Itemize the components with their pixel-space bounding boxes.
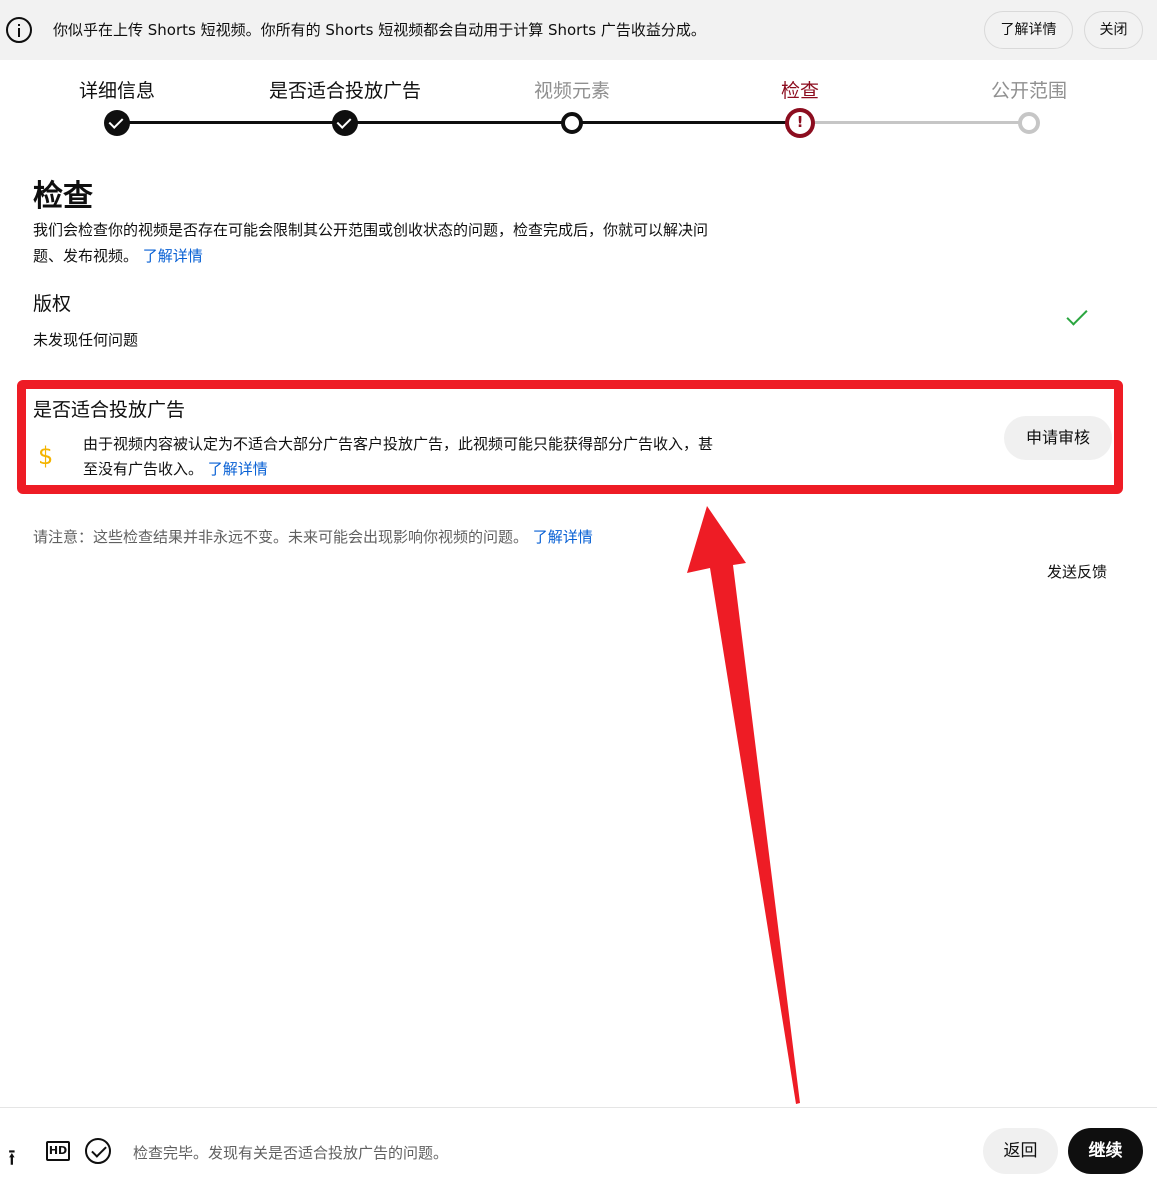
footer-status: 检查完毕。发现有关是否适合投放广告的问题。 — [133, 1144, 449, 1162]
annotation-arrow-icon — [687, 506, 800, 1104]
continue-button[interactable]: 继续 — [1068, 1128, 1143, 1174]
footer-bar: ⭱ HD 检查完毕。发现有关是否适合投放广告的问题。 返回 继续 — [0, 1107, 1157, 1193]
checks-done-icon — [85, 1138, 111, 1164]
hd-icon: HD — [46, 1141, 70, 1161]
upload-icon: ⭱ — [8, 1146, 16, 1171]
back-button[interactable]: 返回 — [983, 1128, 1058, 1174]
